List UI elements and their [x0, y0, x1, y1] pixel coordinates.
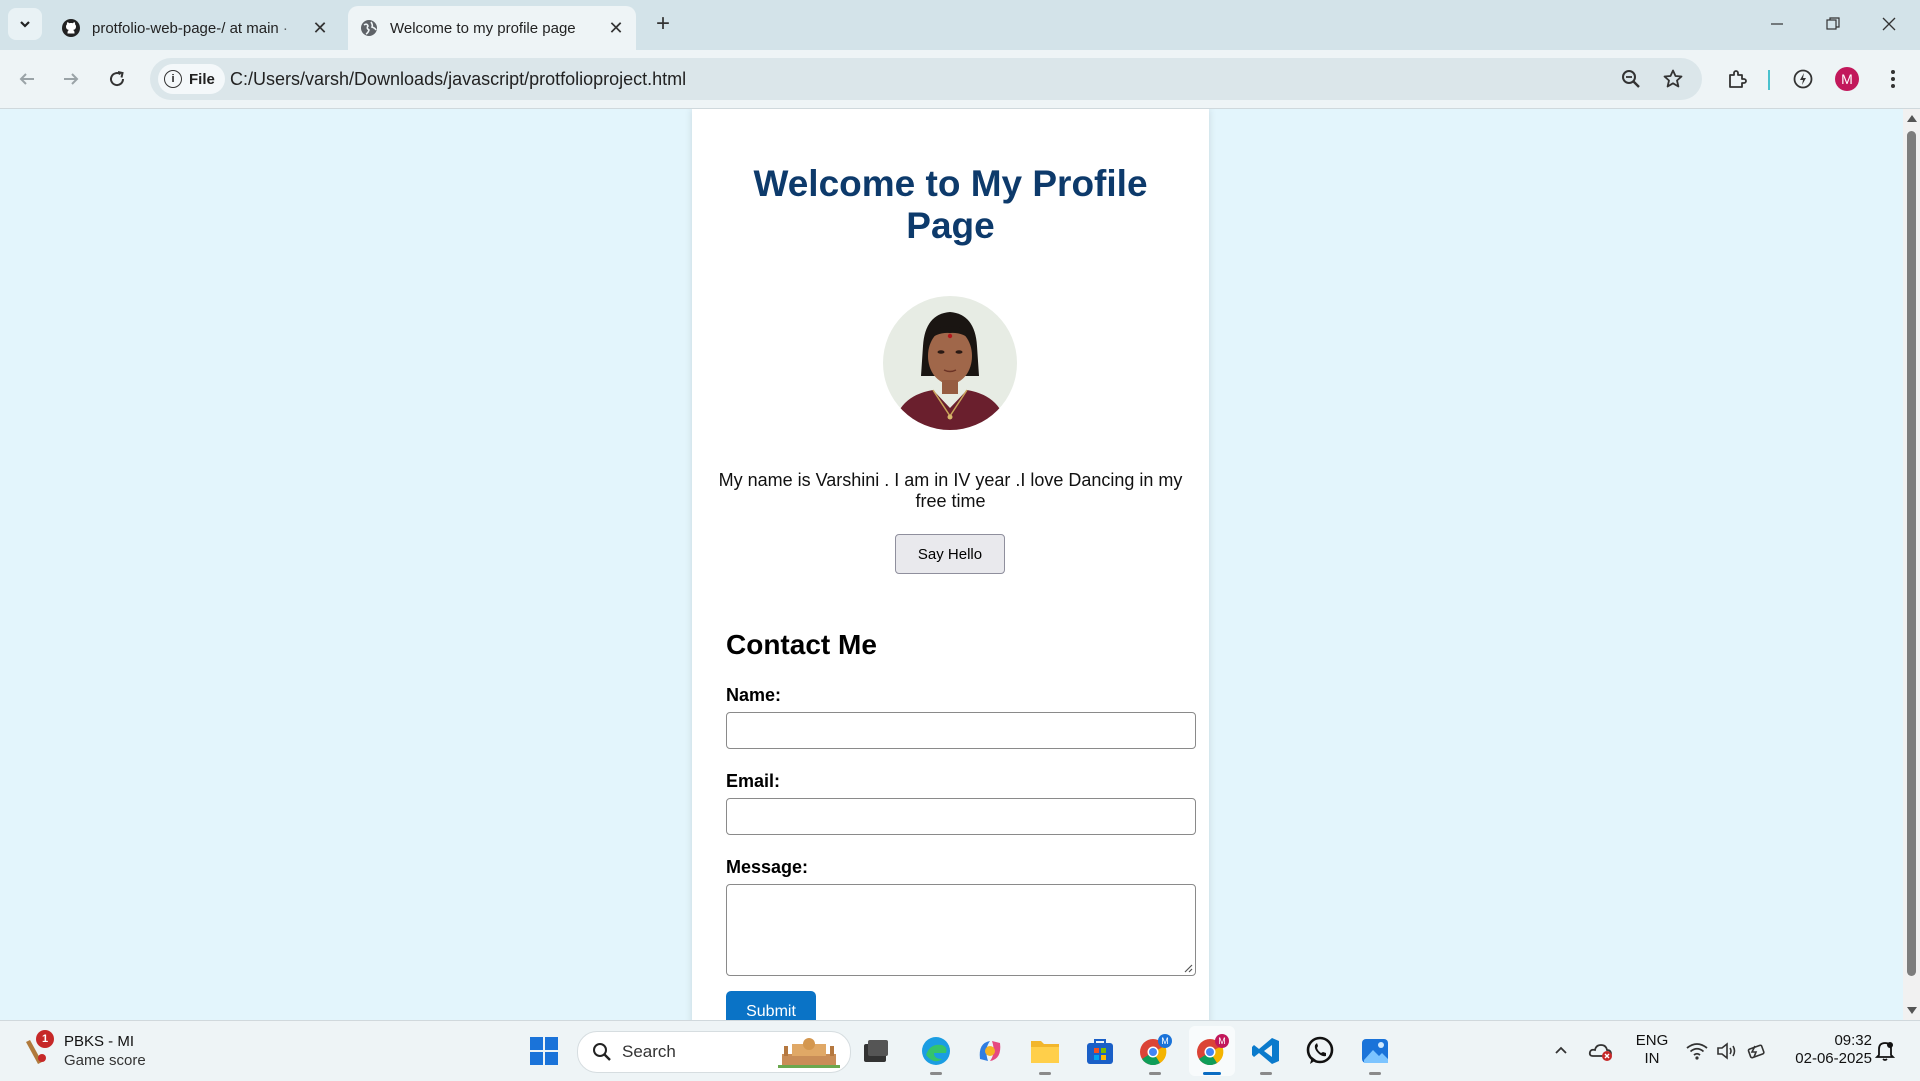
running-indicator: [1369, 1072, 1381, 1075]
tab-profile-page[interactable]: Welcome to my profile page ✕: [348, 6, 636, 50]
taskbar-search[interactable]: Search: [577, 1031, 851, 1073]
widget-title: PBKS - MI: [64, 1033, 135, 1050]
url-text[interactable]: C:/Users/varsh/Downloads/javascript/prot…: [230, 69, 686, 90]
widget-subtitle: Game score: [64, 1052, 146, 1069]
onedrive-offline-icon[interactable]: [1584, 1033, 1618, 1069]
browser-toolbar: i File C:/Users/varsh/Downloads/javascri…: [0, 50, 1920, 109]
bio-text: My name is Varshini . I am in IV year .I…: [718, 470, 1183, 511]
landmark-illustration-icon: [778, 1038, 840, 1068]
github-icon: [60, 17, 82, 39]
message-label: Message:: [726, 857, 809, 877]
bookmark-star-icon[interactable]: [1662, 68, 1684, 90]
clock[interactable]: 09:32 02-06-2025: [1782, 1032, 1872, 1068]
minimize-icon[interactable]: [1754, 8, 1800, 40]
running-indicator: [1149, 1072, 1161, 1075]
close-icon[interactable]: ✕: [308, 16, 332, 40]
svg-text:M: M: [1218, 1036, 1226, 1046]
extensions-icon[interactable]: [1722, 64, 1752, 94]
store-icon[interactable]: [1082, 1033, 1118, 1069]
toolbar-separator: [1768, 70, 1770, 90]
scrollbar-thumb[interactable]: [1907, 131, 1916, 976]
language-line2: IN: [1644, 1050, 1660, 1067]
profile-card: Welcome to My Profile Page My name is Va…: [692, 109, 1209, 1020]
widgets-score[interactable]: 1 PBKS - MI Game score: [20, 1029, 146, 1073]
tab-search-button[interactable]: [8, 8, 42, 40]
running-indicator: [1039, 1072, 1051, 1075]
profile-avatar[interactable]: M: [1832, 64, 1862, 94]
scroll-down-arrow-icon[interactable]: [1907, 1007, 1917, 1014]
language-line1: ENG: [1635, 1032, 1669, 1049]
arrow-right-icon: [64, 73, 79, 85]
arrow-left-icon: [19, 73, 34, 85]
vscode-icon[interactable]: [1248, 1033, 1284, 1075]
photos-icon[interactable]: [1357, 1033, 1393, 1075]
new-tab-button[interactable]: +: [650, 12, 676, 38]
volume-icon[interactable]: [1710, 1033, 1744, 1069]
page-scrollbar[interactable]: [1903, 109, 1920, 1020]
contact-heading: Contact Me: [726, 629, 877, 660]
reload-icon: [110, 71, 125, 87]
file-explorer-icon[interactable]: [1027, 1033, 1063, 1075]
tab-strip: protfolio-web-page-/ at main · ✕ Welcome…: [0, 0, 1920, 50]
taskbar: 1 PBKS - MI Game score Search M M ENG IN…: [0, 1020, 1920, 1081]
back-button[interactable]: [12, 64, 42, 94]
whatsapp-icon[interactable]: [1302, 1033, 1338, 1069]
language-indicator[interactable]: ENG IN: [1628, 1032, 1676, 1068]
running-indicator: [930, 1072, 942, 1075]
performance-icon[interactable]: [1788, 64, 1818, 94]
tab-github[interactable]: protfolio-web-page-/ at main · ✕: [50, 6, 340, 50]
message-textarea[interactable]: [726, 884, 1196, 976]
close-icon[interactable]: ✕: [604, 16, 628, 40]
tab-title: protfolio-web-page-/ at main ·: [92, 19, 288, 37]
info-icon: i: [164, 70, 182, 88]
close-window-icon[interactable]: [1866, 8, 1912, 40]
task-view-icon[interactable]: [858, 1033, 894, 1069]
running-indicator: [1203, 1072, 1221, 1075]
start-icon[interactable]: [526, 1033, 562, 1069]
notification-badge: 1: [36, 1030, 54, 1048]
zoom-icon[interactable]: [1620, 68, 1642, 90]
copilot-icon[interactable]: [972, 1033, 1008, 1069]
search-label: Search: [622, 1042, 676, 1061]
profile-photo: [883, 296, 1017, 430]
cricket-icon: 1: [20, 1030, 54, 1068]
running-indicator: [1260, 1072, 1272, 1075]
globe-icon: [358, 17, 380, 39]
address-bar[interactable]: i File C:/Users/varsh/Downloads/javascri…: [150, 58, 1702, 100]
battery-charging-icon[interactable]: [1740, 1033, 1774, 1069]
clock-date: 02-06-2025: [1795, 1050, 1872, 1067]
reload-button[interactable]: [102, 64, 132, 94]
email-label: Email:: [726, 771, 781, 791]
name-field[interactable]: [726, 712, 1196, 749]
page-viewport: Welcome to My Profile Page My name is Va…: [0, 109, 1903, 1020]
svg-text:M: M: [1161, 1036, 1169, 1046]
notification-bell-icon[interactable]: [1868, 1033, 1902, 1069]
page-title: Welcome to My Profile Page: [753, 163, 1148, 246]
forward-button[interactable]: [56, 64, 86, 94]
clock-time: 09:32: [1834, 1032, 1872, 1049]
say-hello-button[interactable]: Say Hello: [895, 534, 1005, 574]
wifi-icon[interactable]: [1680, 1033, 1714, 1069]
tab-title: Welcome to my profile page: [390, 19, 576, 37]
email-field[interactable]: [726, 798, 1196, 835]
resize-grip-icon[interactable]: [1184, 964, 1193, 973]
chevron-up-icon[interactable]: [1544, 1033, 1578, 1069]
restore-icon[interactable]: [1810, 8, 1856, 40]
site-info-chip[interactable]: i File: [158, 64, 225, 94]
avatar: M: [1835, 67, 1859, 91]
chrome-icon[interactable]: M: [1194, 1033, 1230, 1075]
site-chip-label: File: [189, 70, 215, 88]
chrome-profile-icon[interactable]: M: [1137, 1033, 1173, 1075]
chevron-down-icon: [20, 21, 30, 28]
search-icon: [593, 1043, 611, 1061]
more-menu-icon[interactable]: [1878, 64, 1908, 94]
scroll-up-arrow-icon[interactable]: [1907, 115, 1917, 122]
edge-icon[interactable]: [918, 1033, 954, 1075]
name-label: Name:: [726, 685, 782, 705]
submit-button[interactable]: Submit: [726, 991, 816, 1020]
